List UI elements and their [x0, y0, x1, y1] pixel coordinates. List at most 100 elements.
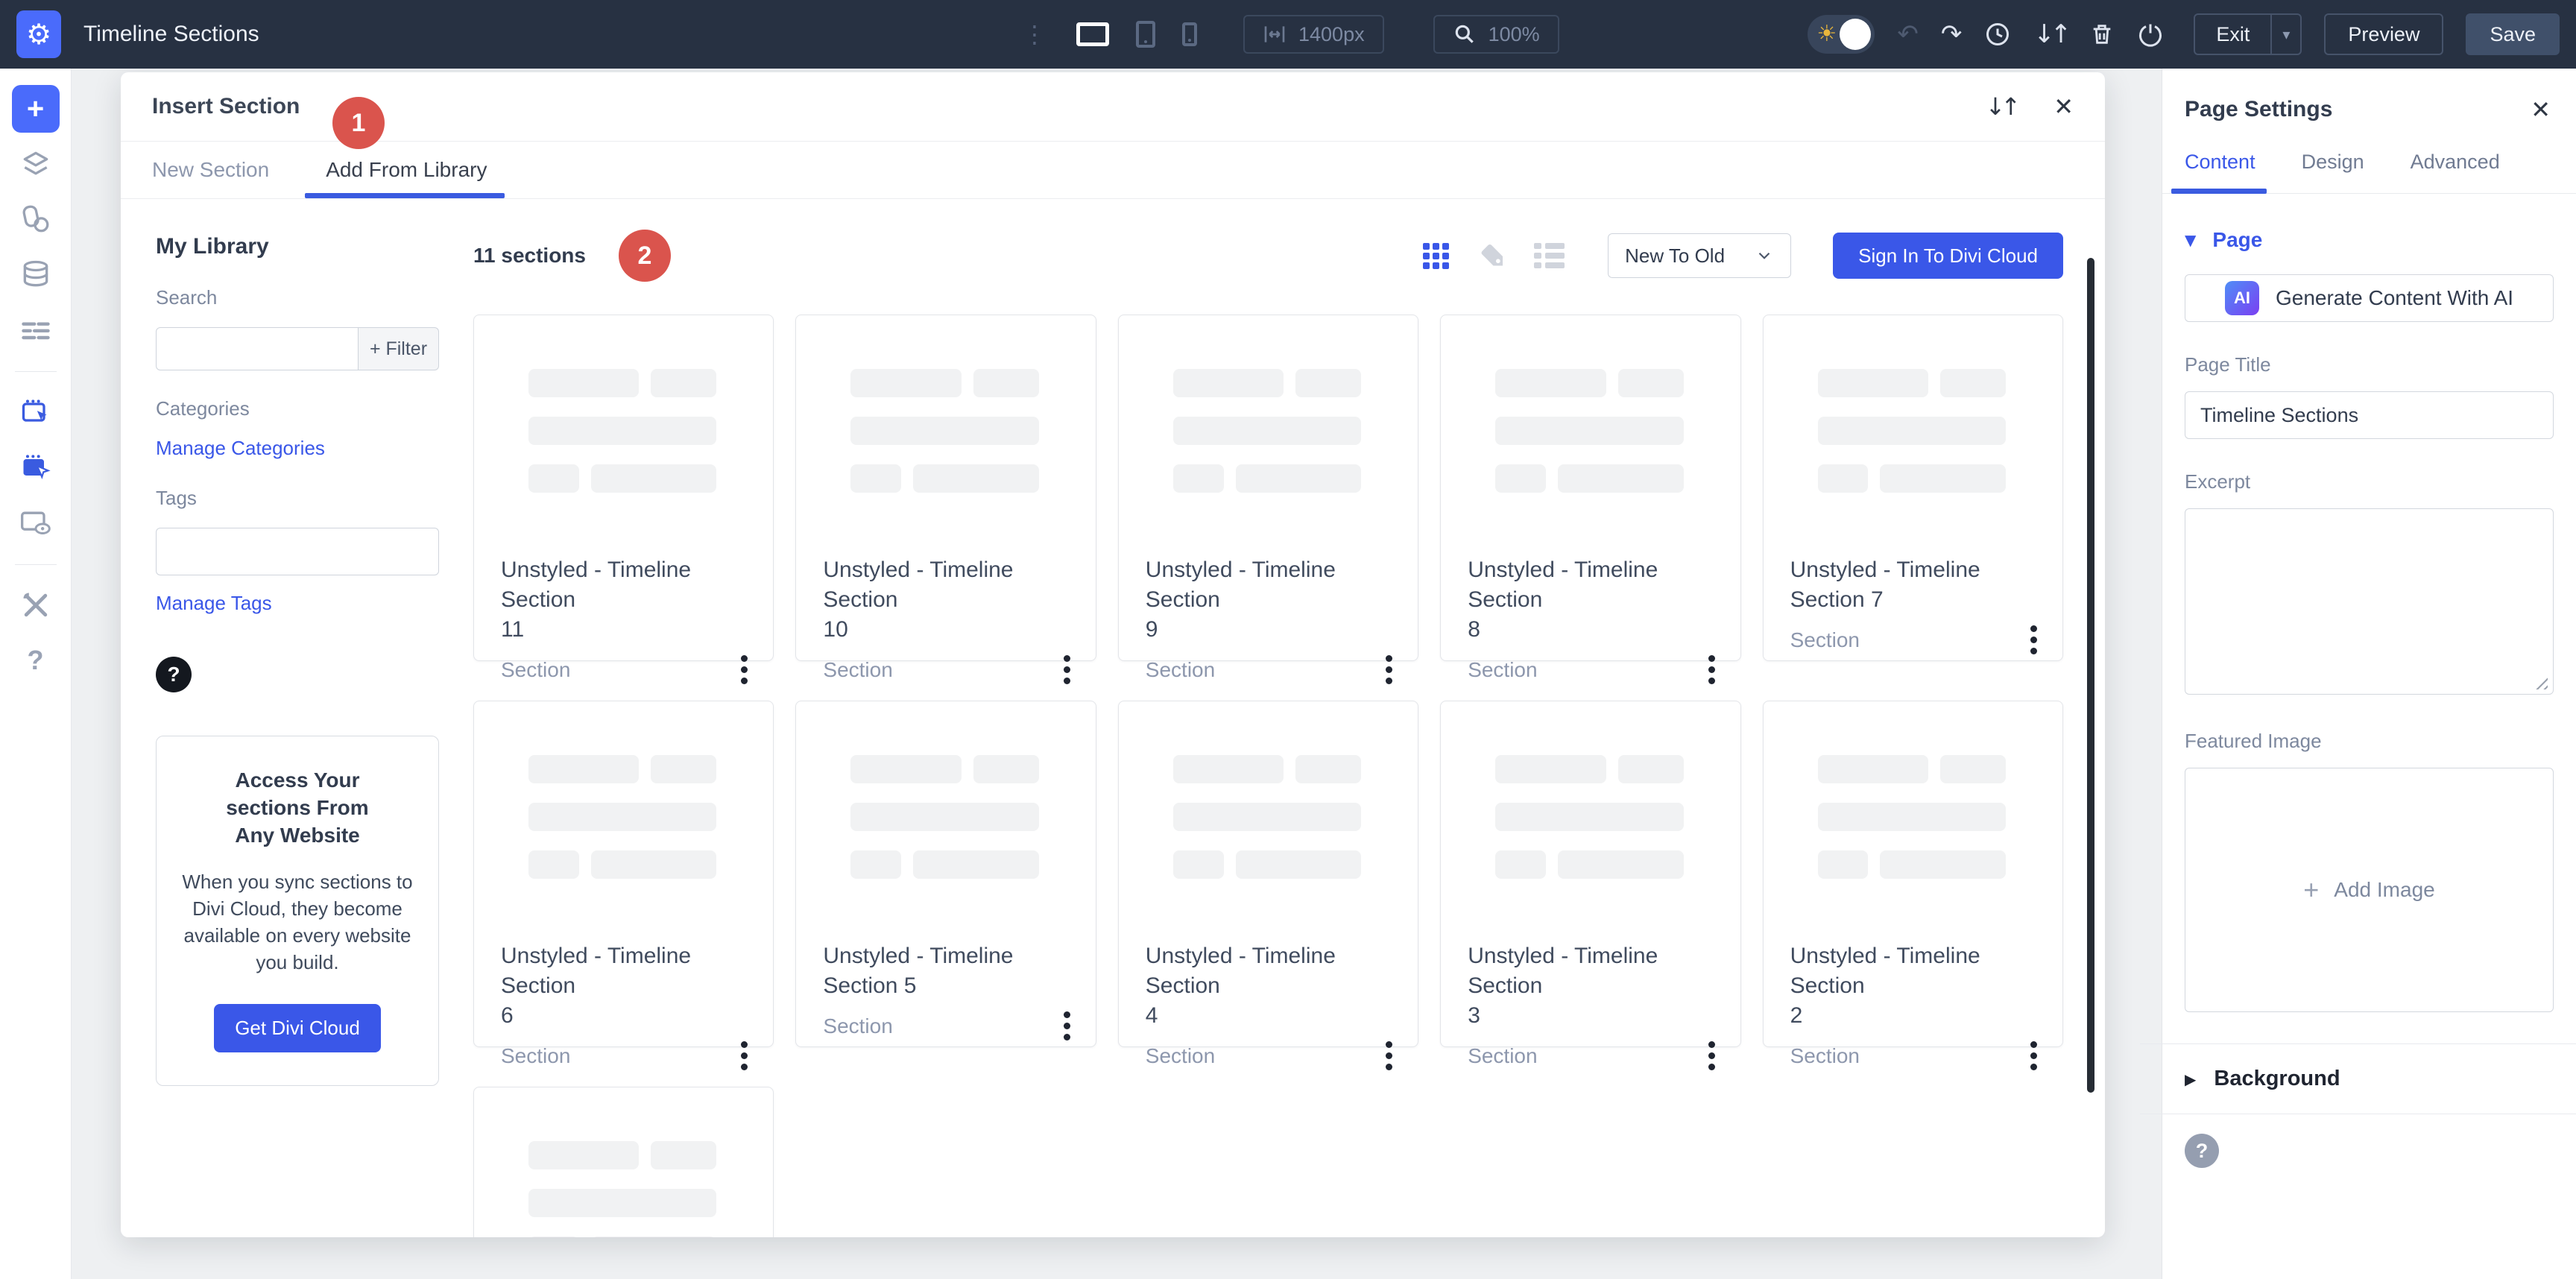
page-title-input[interactable] [2185, 391, 2554, 439]
card-type-label: Section [823, 658, 892, 682]
design-presets-button[interactable] [12, 195, 60, 243]
history-icon[interactable] [1984, 21, 2011, 48]
preview-mode-button[interactable] [12, 499, 60, 546]
tablet-view-icon[interactable] [1136, 21, 1155, 48]
wireframe-button[interactable] [12, 306, 60, 353]
undo-icon[interactable]: ↶ [1897, 22, 1919, 47]
sections-count: 11 sections [473, 244, 586, 268]
card-type-label: Section [1468, 658, 1537, 682]
featured-image-label: Featured Image [2185, 730, 2554, 753]
theme-toggle[interactable]: ☀ [1808, 15, 1875, 54]
card-menu-button[interactable] [1380, 1038, 1398, 1073]
tags-input[interactable] [156, 528, 439, 575]
section-card[interactable]: Unstyled - Timeline Section 7 Section [1763, 315, 2063, 661]
page-title-label: Page Title [2185, 353, 2554, 376]
card-type-label: Section [501, 658, 570, 682]
preview-button[interactable]: Preview [2324, 13, 2443, 55]
sort-select-value: New To Old [1625, 244, 1725, 268]
sort-select[interactable]: New To Old [1608, 233, 1791, 278]
tab-advanced[interactable]: Advanced [2411, 151, 2500, 193]
card-title-line2: 9 [1146, 615, 1398, 645]
get-divi-cloud-button[interactable]: Get Divi Cloud [214, 1004, 381, 1052]
card-title: Unstyled - Timeline Section [823, 555, 1076, 615]
canvas-zoom-control[interactable]: 100% [1433, 15, 1559, 54]
panel-close-icon[interactable]: ✕ [2531, 98, 2551, 121]
exit-button-group: Exit ▾ [2194, 13, 2302, 55]
section-card[interactable]: Unstyled - Timeline Section8 Section [1440, 315, 1740, 661]
excerpt-label: Excerpt [2185, 470, 2554, 493]
section-card[interactable]: Unstyled - Timeline Section6 Section [473, 701, 774, 1047]
drag-handle-icon[interactable]: ⋮ [1023, 22, 1046, 46]
exit-dropdown-button[interactable]: ▾ [2270, 15, 2300, 54]
select-frame-filled-icon [19, 451, 52, 484]
add-image-dropzone[interactable]: + Add Image [2185, 768, 2554, 1012]
library-help-icon[interactable]: ? [156, 657, 192, 692]
card-menu-button[interactable] [1702, 652, 1721, 687]
section-card[interactable]: Unstyled - Timeline Section10 Section [795, 315, 1096, 661]
section-card[interactable]: Unstyled - Timeline Section4 Section [1118, 701, 1418, 1047]
tab-add-from-library[interactable]: Add From Library [326, 142, 487, 198]
tab-content[interactable]: Content [2185, 151, 2255, 193]
card-menu-button[interactable] [2024, 622, 2043, 657]
close-icon[interactable]: ✕ [2053, 95, 2074, 119]
help-button[interactable]: ? [12, 637, 60, 684]
trash-icon[interactable] [2089, 21, 2115, 48]
library-filter-column: My Library Search + Filter Categories Ma… [156, 234, 439, 1086]
modal-scrollbar[interactable] [2087, 258, 2094, 1093]
manage-tags-link[interactable]: Manage Tags [156, 592, 439, 615]
tab-new-section[interactable]: New Section [152, 142, 269, 198]
background-group-toggle[interactable]: ▶ Background [2185, 1044, 2554, 1114]
manage-categories-link[interactable]: Manage Categories [156, 437, 439, 460]
layers-sort-icon[interactable]: ↓↑ [2033, 22, 2067, 47]
section-card[interactable]: Unstyled - Timeline Section3 Section [1440, 701, 1740, 1047]
section-card[interactable]: Unstyled - Timeline Section 5 Section [795, 701, 1096, 1047]
page-group-toggle[interactable]: ▼ Page [2185, 228, 2554, 252]
redo-icon[interactable]: ↷ [1941, 22, 1963, 47]
portability-icon[interactable] [2137, 21, 2164, 48]
desktop-view-icon[interactable] [1076, 22, 1109, 46]
list-view-icon[interactable] [1534, 243, 1565, 268]
page-settings-gear-button[interactable]: ⚙ [16, 10, 61, 58]
tag-view-icon[interactable] [1477, 241, 1506, 270]
phone-view-icon[interactable] [1182, 22, 1197, 46]
promo-body: When you sync sections to Divi Cloud, th… [174, 868, 420, 976]
layers-button[interactable] [12, 140, 60, 188]
sections-grid: Unstyled - Timeline Section11 Section Un… [473, 315, 2063, 1237]
add-section-button[interactable]: + [12, 85, 60, 133]
generate-ai-button[interactable]: AI Generate Content With AI [2185, 274, 2554, 322]
library-grid-area: 11 sections 2 New To Old Sign In To Divi… [473, 200, 2063, 1237]
card-menu-button[interactable] [1380, 652, 1398, 687]
save-button[interactable]: Save [2466, 13, 2560, 55]
card-menu-button[interactable] [1702, 1038, 1721, 1073]
card-thumbnail-skeleton [528, 1141, 716, 1237]
modal-header-actions: ↓↑ ✕ [1986, 95, 2074, 119]
builder-settings-button[interactable] [12, 581, 60, 629]
excerpt-textarea[interactable] [2185, 508, 2554, 695]
hover-mode-button[interactable] [12, 443, 60, 491]
click-mode-button[interactable] [12, 388, 60, 436]
section-card-partial[interactable] [473, 1087, 774, 1237]
search-row: + Filter [156, 327, 439, 370]
card-title: Unstyled - Timeline Section [1146, 555, 1398, 615]
section-card[interactable]: Unstyled - Timeline Section9 Section [1118, 315, 1418, 661]
card-menu-button[interactable] [1058, 1008, 1076, 1043]
step-badge-1: 1 [332, 97, 385, 149]
expand-collapse-icon[interactable]: ↓↑ [1986, 95, 2017, 119]
card-title-line2: 10 [823, 615, 1076, 645]
card-menu-button[interactable] [735, 1038, 754, 1073]
sidebar-divider [15, 371, 57, 372]
card-menu-button[interactable] [735, 652, 754, 687]
filter-button[interactable]: + Filter [359, 327, 439, 370]
card-menu-button[interactable] [1058, 652, 1076, 687]
sign-in-divi-cloud-button[interactable]: Sign In To Divi Cloud [1833, 233, 2063, 279]
section-card[interactable]: Unstyled - Timeline Section2 Section [1763, 701, 2063, 1047]
search-input[interactable] [156, 327, 359, 370]
card-menu-button[interactable] [2024, 1038, 2043, 1073]
exit-button[interactable]: Exit [2195, 15, 2270, 54]
panel-help-icon[interactable]: ? [2185, 1134, 2219, 1168]
section-card[interactable]: Unstyled - Timeline Section11 Section [473, 315, 774, 661]
library-button[interactable] [12, 250, 60, 298]
tab-design[interactable]: Design [2302, 151, 2364, 193]
canvas-width-control[interactable]: 1400px [1243, 15, 1384, 54]
grid-view-icon[interactable] [1423, 243, 1449, 269]
